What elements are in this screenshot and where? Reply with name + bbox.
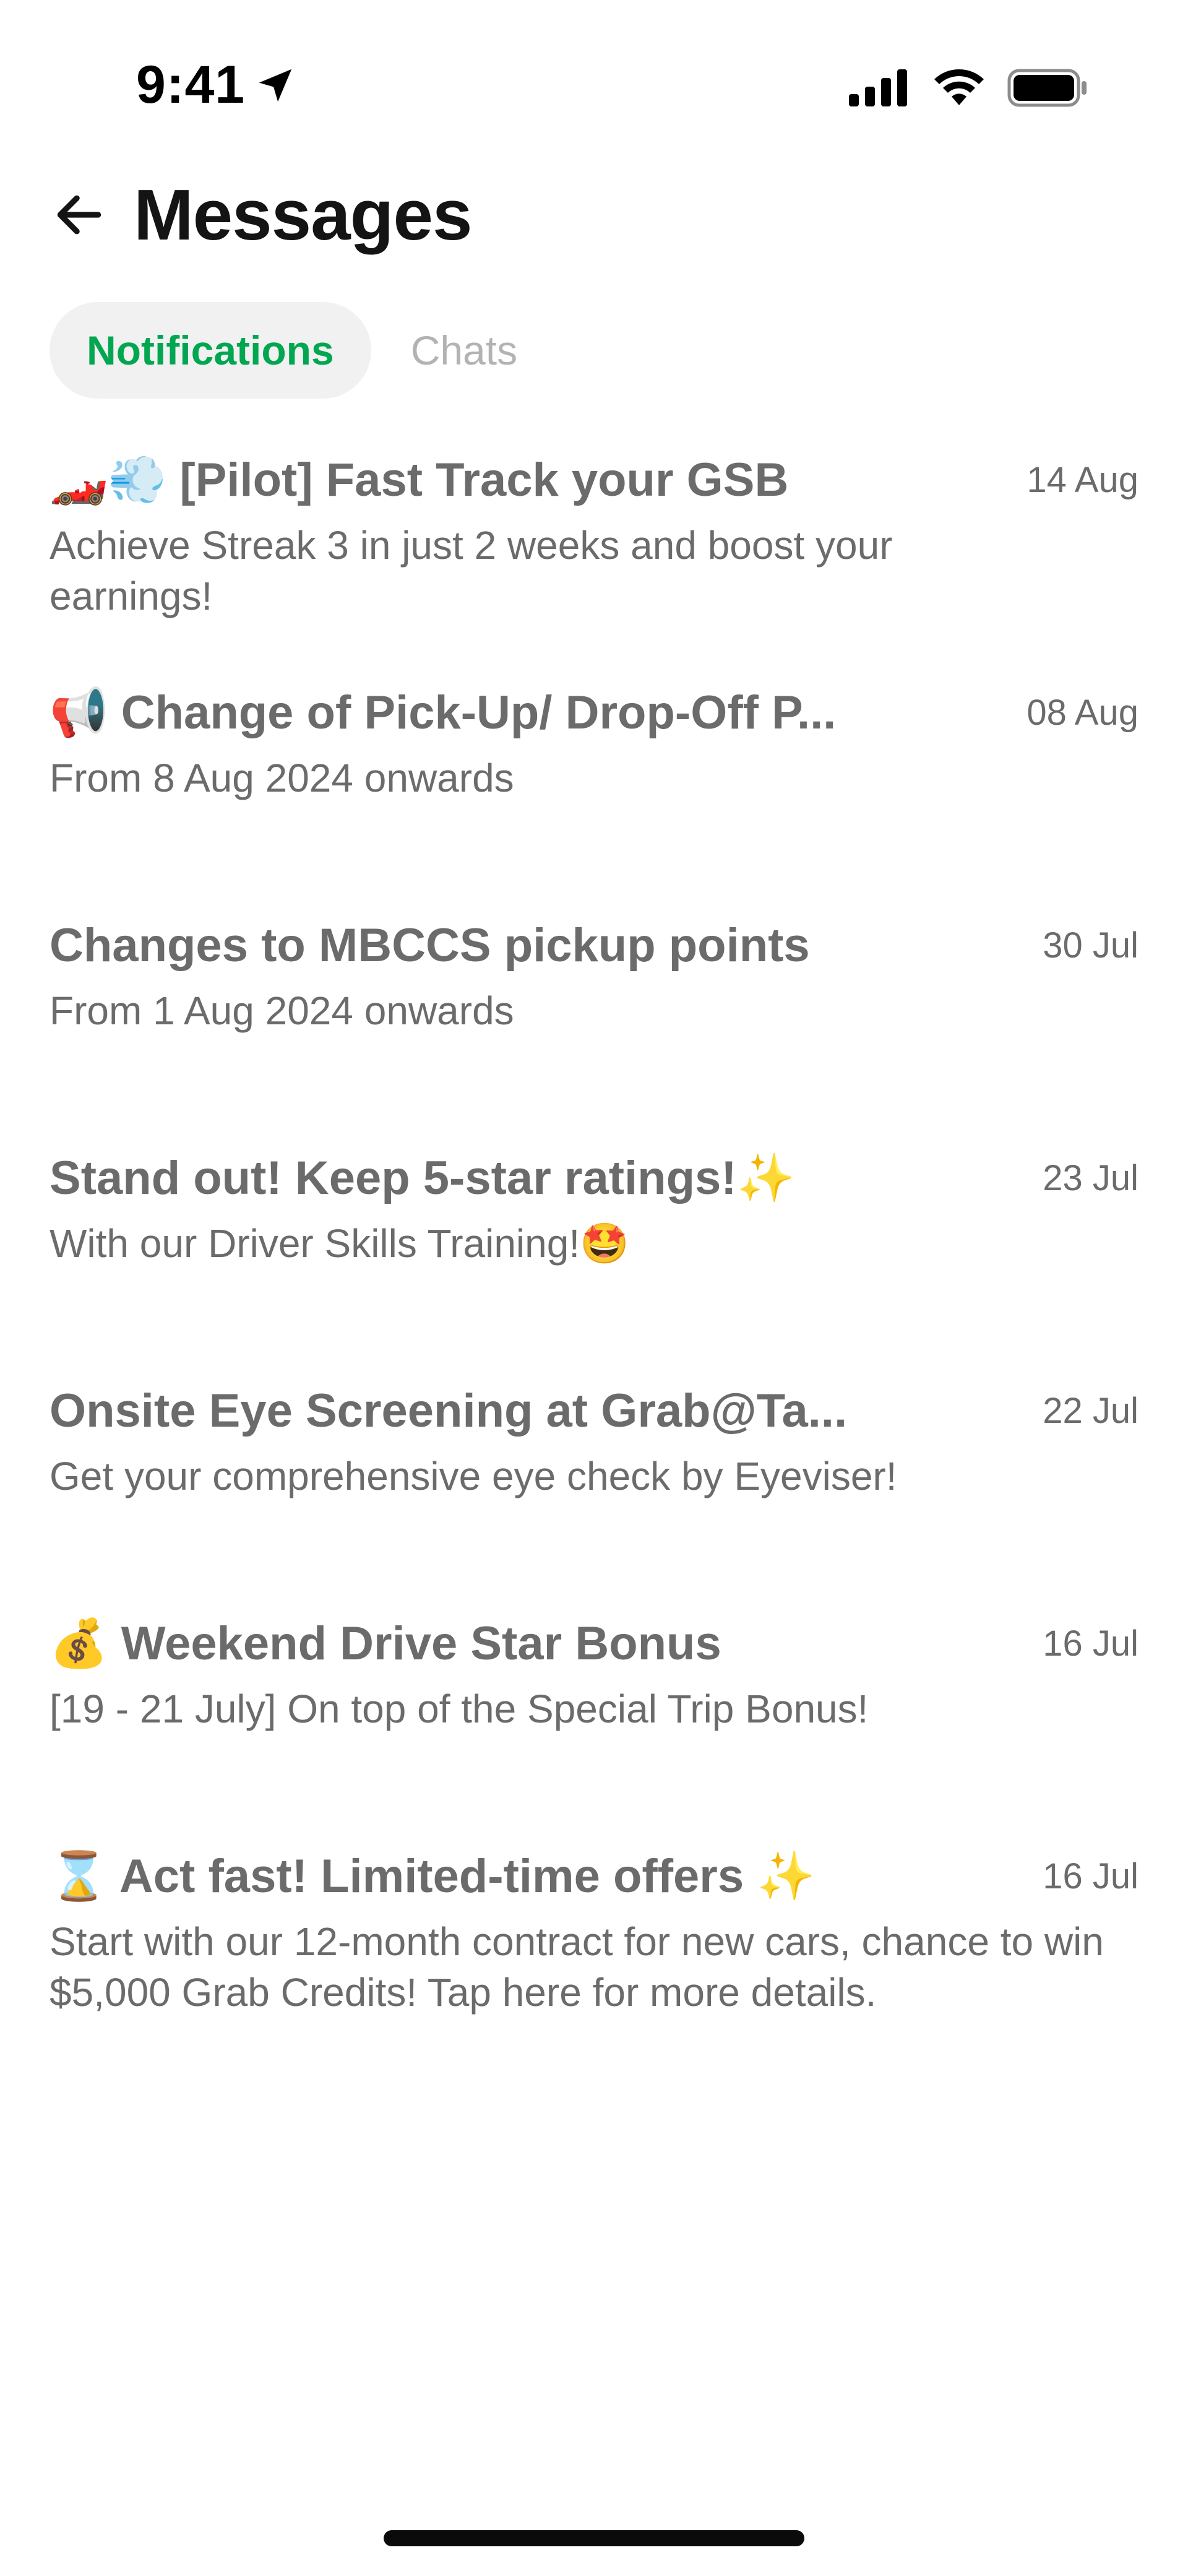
item-title: ⌛ Act fast! Limited-time offers ✨ xyxy=(50,1850,816,1903)
list-item[interactable]: 💰 Weekend Drive Star Bonus 16 Jul [19 - … xyxy=(50,1609,1138,1842)
notification-list: 🏎️💨 [Pilot] Fast Track your GSB 14 Aug A… xyxy=(50,446,1138,2075)
item-date: 16 Jul xyxy=(1043,1856,1138,1896)
list-item[interactable]: Onsite Eye Screening at Grab@Ta... 22 Ju… xyxy=(50,1377,1138,1609)
item-subtitle: [19 - 21 July] On top of the Special Tri… xyxy=(50,1687,869,1731)
item-date: 30 Jul xyxy=(1043,925,1138,966)
list-item[interactable]: 🏎️💨 [Pilot] Fast Track your GSB 14 Aug A… xyxy=(50,446,1138,678)
status-time: 9:41 xyxy=(136,54,297,116)
location-arrow-icon xyxy=(259,69,292,102)
item-subtitle: Achieve Streak 3 in just 2 weeks and boo… xyxy=(50,523,893,618)
tab-bar: Notifications Chats xyxy=(50,302,520,399)
item-subtitle: Get your comprehensive eye check by Eyev… xyxy=(50,1454,897,1498)
item-date: 08 Aug xyxy=(1027,692,1138,733)
cellular-signal-icon xyxy=(849,69,907,106)
tab-chats[interactable]: Chats xyxy=(408,302,520,399)
status-icons xyxy=(849,68,1089,108)
home-indicator[interactable] xyxy=(384,2530,804,2546)
list-item[interactable]: Stand out! Keep 5-star ratings!✨ 23 Jul … xyxy=(50,1144,1138,1377)
list-item[interactable]: Changes to MBCCS pickup points 30 Jul Fr… xyxy=(50,911,1138,1144)
item-title: 📢 Change of Pick-Up/ Drop-Off P... xyxy=(50,686,837,739)
list-item[interactable]: ⌛ Act fast! Limited-time offers ✨ 16 Jul… xyxy=(50,1842,1138,2075)
item-subtitle: Start with our 12-month contract for new… xyxy=(50,1919,1104,2015)
item-date: 16 Jul xyxy=(1043,1623,1138,1664)
list-item[interactable]: 📢 Change of Pick-Up/ Drop-Off P... 08 Au… xyxy=(50,678,1138,911)
status-bar: 9:41 xyxy=(0,0,1188,161)
tab-notifications[interactable]: Notifications xyxy=(50,302,371,399)
item-date: 23 Jul xyxy=(1043,1157,1138,1198)
item-title: Onsite Eye Screening at Grab@Ta... xyxy=(50,1384,848,1437)
item-date: 22 Jul xyxy=(1043,1390,1138,1431)
arrow-left-icon xyxy=(57,195,101,235)
item-subtitle: From 1 Aug 2024 onwards xyxy=(50,988,514,1033)
item-title: 🏎️💨 [Pilot] Fast Track your GSB xyxy=(50,454,789,506)
item-subtitle: From 8 Aug 2024 onwards xyxy=(50,756,514,800)
item-date: 14 Aug xyxy=(1027,459,1138,500)
item-title: Changes to MBCCS pickup points xyxy=(50,918,810,972)
status-time-text: 9:41 xyxy=(136,55,246,115)
battery-icon xyxy=(1007,69,1087,107)
wifi-icon xyxy=(934,69,984,105)
header: Messages xyxy=(50,173,473,256)
item-subtitle: With our Driver Skills Training!🤩 xyxy=(50,1221,629,1266)
back-button[interactable] xyxy=(50,185,109,244)
page-title: Messages xyxy=(134,175,473,255)
item-title: Stand out! Keep 5-star ratings!✨ xyxy=(50,1152,796,1204)
item-title: 💰 Weekend Drive Star Bonus xyxy=(50,1617,721,1670)
